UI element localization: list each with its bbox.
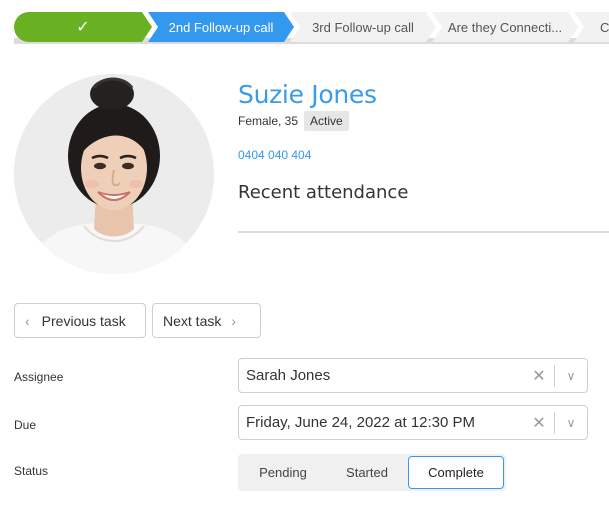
- next-task-button[interactable]: Next task ›: [152, 303, 261, 338]
- step-label: Cl: [600, 19, 609, 35]
- assignee-select[interactable]: Sarah Jones ✕ ∨: [238, 358, 588, 393]
- recent-attendance-title: Recent attendance: [238, 182, 409, 203]
- gender-age: Female, 35: [238, 114, 299, 128]
- profile-photo: [14, 74, 214, 274]
- chevron-down-icon[interactable]: ∨: [555, 369, 587, 383]
- status-option-pending[interactable]: Pending: [238, 456, 328, 489]
- next-task-label: Next task: [163, 312, 222, 329]
- step-are-they-connecting[interactable]: Are they Connecti...: [432, 12, 578, 42]
- progress-steps: ✓ 2nd Follow-up call 3rd Follow-up call …: [14, 12, 609, 44]
- chevron-left-icon: ‹: [25, 312, 30, 329]
- status-label: Status: [14, 464, 49, 478]
- due-date-picker[interactable]: Friday, June 24, 2022 at 12:30 PM ✕ ∨: [238, 405, 588, 440]
- previous-task-button[interactable]: ‹ Previous task: [14, 303, 146, 338]
- phone-link[interactable]: 0404 040 404: [238, 148, 311, 162]
- assignee-label: Assignee: [14, 370, 64, 384]
- clear-icon[interactable]: ✕: [524, 413, 554, 433]
- assignee-value: Sarah Jones: [246, 367, 331, 384]
- contact-name[interactable]: Suzie Jones: [238, 80, 377, 109]
- checkmark-icon: ✓: [76, 19, 90, 36]
- status-option-started[interactable]: Started: [324, 456, 410, 489]
- clear-icon[interactable]: ✕: [524, 366, 554, 386]
- step-completed[interactable]: ✓: [14, 12, 152, 42]
- avatar: [14, 74, 214, 274]
- due-value: Friday, June 24, 2022 at 12:30 PM: [246, 414, 476, 431]
- step-label: Are they Connecti...: [447, 19, 563, 35]
- status-badge: Active: [304, 111, 349, 131]
- step-label: 3rd Follow-up call: [312, 19, 414, 35]
- due-label: Due: [14, 418, 37, 432]
- step-3rd-follow-up-call[interactable]: 3rd Follow-up call: [290, 12, 436, 42]
- contact-meta: Female, 35 Active: [238, 111, 349, 131]
- divider: [238, 231, 609, 233]
- chevron-right-icon: ›: [231, 312, 237, 329]
- step-label: 2nd Follow-up call: [168, 19, 274, 35]
- step-2nd-follow-up-call[interactable]: 2nd Follow-up call: [148, 12, 294, 42]
- previous-task-label: Previous task: [41, 312, 126, 329]
- status-option-complete[interactable]: Complete: [408, 456, 504, 489]
- chevron-down-icon[interactable]: ∨: [555, 416, 587, 430]
- step-close[interactable]: Cl: [574, 12, 609, 42]
- status-segmented-control: Pending Started Complete: [238, 454, 506, 491]
